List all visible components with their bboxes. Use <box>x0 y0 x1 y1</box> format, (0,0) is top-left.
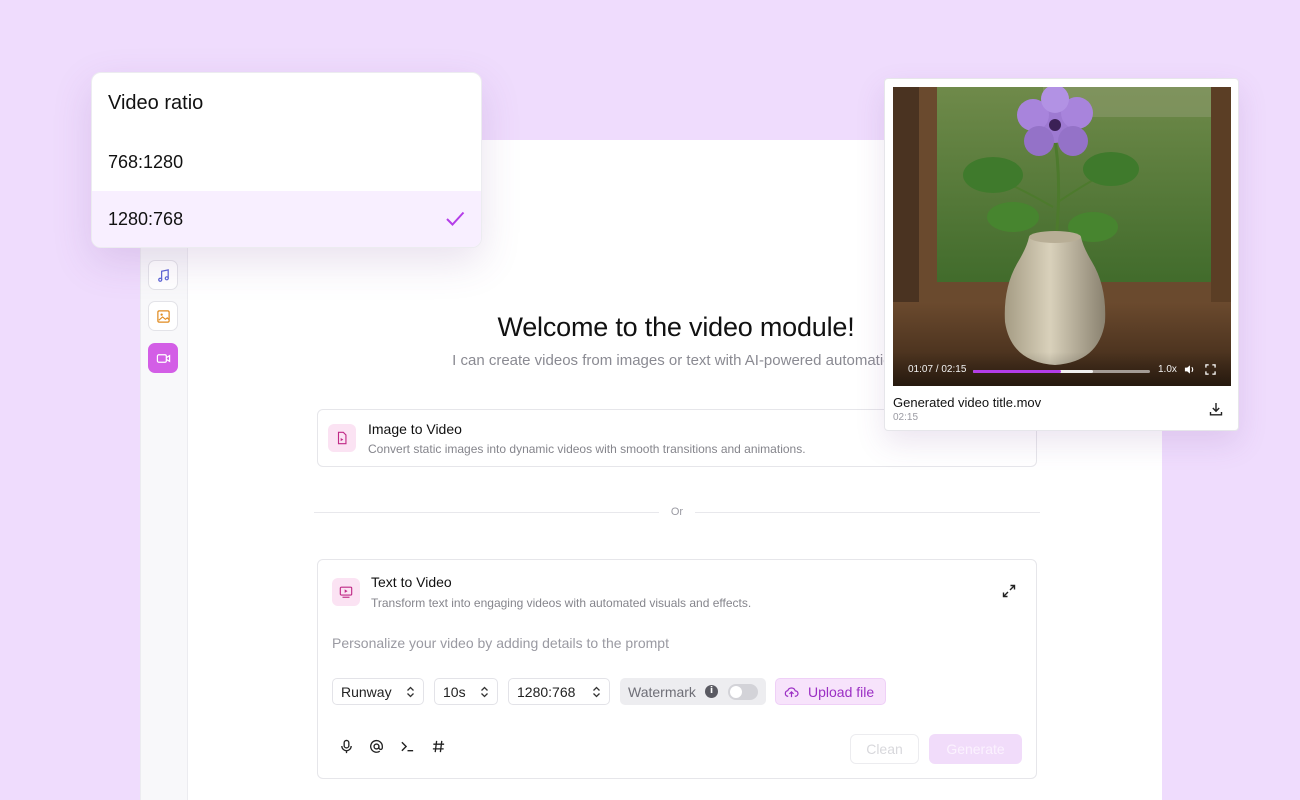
video-progress-fill <box>973 370 1061 373</box>
upload-file-label: Upload file <box>808 683 875 700</box>
image-icon <box>156 309 170 323</box>
updown-chevron-icon <box>593 686 600 698</box>
image-to-video-icon-wrap <box>328 424 356 452</box>
duration-select[interactable]: 10s <box>434 678 498 705</box>
video-title: Generated video title.mov <box>893 395 1042 410</box>
watermark-control: Watermark i <box>620 678 766 705</box>
video-thumbnail-image <box>893 87 1231 386</box>
mic-button[interactable] <box>338 738 354 754</box>
ratio-option-1280x768[interactable]: 1280:768 <box>92 191 481 247</box>
text-to-video-description: Transform text into engaging videos with… <box>371 596 752 610</box>
video-icon <box>156 353 170 363</box>
file-video-icon <box>337 431 347 445</box>
video-preview-card: 01:07 / 02:15 1.0x Generated video title… <box>884 78 1239 431</box>
expand-icon[interactable] <box>1002 584 1016 598</box>
ratio-select-value: 1280:768 <box>517 683 576 700</box>
image-to-video-title: Image to Video <box>368 421 462 437</box>
rail-music-button[interactable] <box>148 260 178 290</box>
mic-icon <box>340 739 352 753</box>
text-to-video-icon-wrap <box>332 578 360 606</box>
image-to-video-description: Convert static images into dynamic video… <box>368 442 806 456</box>
video-controls: 01:07 / 02:15 1.0x <box>893 352 1231 386</box>
ratio-select[interactable]: 1280:768 <box>508 678 610 705</box>
volume-icon[interactable] <box>1184 364 1195 375</box>
hashtag-button[interactable] <box>430 738 446 754</box>
watermark-toggle[interactable] <box>728 684 758 700</box>
clean-button[interactable]: Clean <box>850 734 919 764</box>
hash-icon <box>432 740 444 752</box>
at-icon <box>369 739 383 753</box>
checkmark-icon <box>446 211 465 226</box>
canvas-background: Welcome to the video module! I can creat… <box>0 0 1300 800</box>
video-ratio-dropdown: Video ratio 768:1280 1280:768 <box>91 72 482 248</box>
prompt-input[interactable]: Personalize your video by adding details… <box>332 635 669 651</box>
screen-play-icon <box>339 586 353 598</box>
download-icon[interactable] <box>1209 402 1223 416</box>
video-duration: 02:15 <box>893 412 919 423</box>
mention-button[interactable] <box>368 738 384 754</box>
model-select[interactable]: Runway <box>332 678 424 705</box>
text-to-video-card: Text to Video Transform text into engagi… <box>317 559 1037 779</box>
generate-button[interactable]: Generate <box>929 734 1022 764</box>
ratio-option-768x1280[interactable]: 768:1280 <box>92 134 481 191</box>
terminal-icon <box>400 741 413 751</box>
updown-chevron-icon <box>481 686 488 698</box>
rail-image-button[interactable] <box>148 301 178 331</box>
model-select-value: Runway <box>341 683 392 700</box>
music-icon <box>157 268 169 282</box>
divider-or: Or <box>670 506 684 518</box>
divider-left <box>314 512 659 513</box>
info-icon[interactable]: i <box>705 685 718 698</box>
watermark-label: Watermark <box>628 683 696 700</box>
ratio-option-label: 1280:768 <box>108 209 184 229</box>
fullscreen-icon[interactable] <box>1205 364 1216 375</box>
upload-file-button[interactable]: Upload file <box>775 678 886 705</box>
video-time: 01:07 / 02:15 <box>908 364 967 375</box>
ratio-option-label: 768:1280 <box>108 152 184 172</box>
duration-select-value: 10s <box>443 683 466 700</box>
divider-right <box>695 512 1040 513</box>
dropdown-title: Video ratio <box>108 92 204 114</box>
video-player[interactable]: 01:07 / 02:15 1.0x <box>893 87 1231 386</box>
command-button[interactable] <box>399 738 415 754</box>
cloud-upload-icon <box>784 687 799 698</box>
rail-video-button[interactable] <box>148 343 178 373</box>
video-progress-bar[interactable] <box>973 370 1150 373</box>
text-to-video-title: Text to Video <box>371 574 452 590</box>
updown-chevron-icon <box>407 686 414 698</box>
playback-speed[interactable]: 1.0x <box>1158 364 1177 375</box>
